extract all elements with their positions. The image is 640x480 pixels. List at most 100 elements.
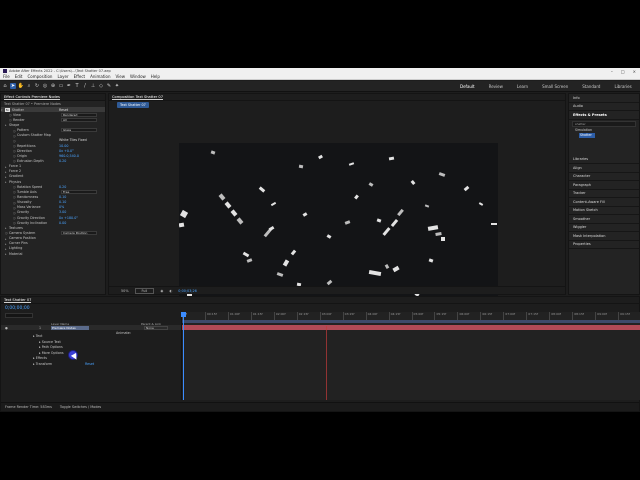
layer-row[interactable]: ● 1 Premiere Nodes None (1, 325, 181, 330)
animate-button[interactable]: Animate: (116, 331, 131, 335)
zoom-tool-icon[interactable]: ⌕ (26, 83, 32, 89)
hand-tool-icon[interactable]: ✋ (18, 83, 24, 89)
toggle-switches-modes[interactable]: Toggle Switches / Modes (60, 405, 101, 409)
property-value[interactable]: Free (61, 189, 97, 194)
stopwatch-icon[interactable]: ◷ (13, 154, 16, 158)
stopwatch-icon[interactable]: ◷ (13, 216, 16, 220)
timeline-property[interactable]: ▸ Text (33, 334, 42, 338)
menu-effect[interactable]: Effect (74, 74, 86, 79)
resolution-select[interactable]: Full (134, 287, 155, 294)
stopwatch-icon[interactable]: ◷ (13, 185, 16, 189)
layer-parent-select[interactable]: None (144, 325, 168, 330)
timeline-property[interactable]: ▸ Path Options (39, 345, 63, 349)
timeline-search-input[interactable] (5, 313, 33, 318)
menu-edit[interactable]: Edit (15, 74, 23, 79)
eraser-tool-icon[interactable]: ◇ (98, 83, 104, 89)
stamp-tool-icon[interactable]: ⊥ (90, 83, 96, 89)
property-value[interactable]: 0.20 (59, 159, 66, 163)
puppet-tool-icon[interactable]: ✦ (114, 83, 120, 89)
workspace-standard[interactable]: Standard (582, 84, 600, 89)
selection-tool-icon[interactable]: ➤ (10, 83, 16, 89)
tab-composition[interactable]: Composition Text Shatter 07 (112, 95, 163, 100)
time-ruler[interactable]: 0f00:15f01:00f01:15f02:00f02:15f03:00f03… (182, 312, 640, 320)
stopwatch-icon[interactable]: ◷ (13, 190, 16, 194)
timeline-property[interactable]: ▸ Transform Reset (33, 362, 94, 366)
disclosure-icon[interactable]: ▾ (1, 108, 4, 112)
panel-mask-interpolation[interactable]: Mask Interpolation (569, 232, 639, 241)
stopwatch-icon[interactable]: ◷ (13, 144, 16, 148)
panel-effects-presets[interactable]: Effects & Presets (569, 111, 639, 120)
tab-effect-controls[interactable]: Effect Controls Premiere Nodes (4, 95, 60, 100)
tab-timeline[interactable]: Text Shatter 07 (4, 298, 32, 303)
roto-brush-tool-icon[interactable]: ✎ (106, 83, 112, 89)
property-value[interactable]: Glass (61, 128, 97, 133)
timeline-current-time[interactable]: 0;00;00;00 (5, 306, 30, 311)
panel-content-aware-fill[interactable]: Content-Aware Fill (569, 198, 639, 207)
work-area-bar[interactable] (182, 320, 640, 323)
minimize-icon[interactable]: – (611, 69, 613, 74)
zoom-select[interactable]: 50% (121, 289, 129, 293)
current-time-indicator[interactable] (181, 312, 186, 400)
layer-duration-bar[interactable] (182, 325, 640, 330)
disclosure-icon[interactable]: ▸ (5, 247, 8, 251)
property-value[interactable]: 0.20 (59, 185, 66, 189)
close-icon[interactable]: × (633, 69, 636, 74)
visibility-eye-icon[interactable]: ● (5, 326, 8, 330)
stopwatch-icon[interactable]: ◷ (13, 134, 16, 138)
brush-tool-icon[interactable]: / (82, 83, 88, 89)
menu-file[interactable]: File (3, 74, 10, 79)
stopwatch-icon[interactable]: ◷ (13, 201, 16, 205)
property-value[interactable]: 960.0,540.0 (59, 154, 79, 158)
workspace-learn[interactable]: Learn (517, 84, 528, 89)
layer-name[interactable]: Premiere Nodes (51, 325, 89, 330)
panel-tracker[interactable]: Tracker (569, 190, 639, 198)
rotate-tool-icon[interactable]: ↻ (34, 83, 40, 89)
property-value[interactable]: Camera Position (61, 230, 97, 235)
workspace-review[interactable]: Review (489, 84, 503, 89)
panel-wiggler[interactable]: Wiggler (569, 224, 639, 232)
workspace-default[interactable]: Default (460, 84, 475, 89)
timeline-property[interactable]: ▸ Source Text (39, 340, 61, 344)
menu-view[interactable]: View (116, 74, 126, 79)
panel-audio[interactable]: Audio (569, 103, 639, 111)
disclosure-icon[interactable]: ▸ (5, 252, 8, 256)
stopwatch-icon[interactable]: ◷ (9, 118, 12, 122)
disclosure-icon[interactable]: ▸ (5, 226, 8, 230)
menu-layer[interactable]: Layer (57, 74, 68, 79)
property-value[interactable]: All (61, 117, 97, 122)
home-icon[interactable]: ⌂ (2, 83, 8, 89)
panel-properties[interactable]: Properties (569, 241, 639, 249)
rectangle-tool-icon[interactable]: ▭ (58, 83, 64, 89)
panel-paragraph[interactable]: Paragraph (569, 181, 639, 190)
maximize-icon[interactable]: □ (621, 69, 625, 74)
disclosure-icon[interactable]: ▸ (5, 123, 8, 127)
workspace-small-screen[interactable]: Small Screen (542, 84, 568, 89)
channel-icon[interactable]: ◐ (169, 289, 172, 293)
menu-animation[interactable]: Animation (90, 74, 110, 79)
stopwatch-icon[interactable]: ◷ (13, 149, 16, 153)
disclosure-icon[interactable]: ▸ (5, 165, 8, 169)
disclosure-icon[interactable]: ▸ (5, 170, 8, 174)
pan-behind-tool-icon[interactable]: ⊕ (50, 83, 56, 89)
stopwatch-icon[interactable]: ◷ (13, 195, 16, 199)
panel-info[interactable]: Info (569, 94, 639, 103)
timeline-property[interactable]: ▸ More Options (39, 351, 64, 355)
stopwatch-icon[interactable]: ◷ (13, 211, 16, 215)
property-value[interactable]: 0.10 (59, 200, 66, 204)
effect-reset-link[interactable]: Reset (59, 108, 68, 112)
property-value[interactable]: 10.00 (59, 144, 68, 148)
workspace-libraries[interactable]: Libraries (614, 84, 631, 89)
camera-tool-icon[interactable]: ◎ (42, 83, 48, 89)
stopwatch-icon[interactable]: ◷ (5, 231, 8, 235)
stopwatch-icon[interactable]: ◷ (9, 113, 12, 117)
timeline-property-value[interactable]: Reset (85, 362, 94, 366)
stopwatch-icon[interactable]: ◷ (13, 139, 16, 143)
panel-align[interactable]: Align (569, 164, 639, 173)
property-value[interactable]: Rendered (61, 112, 97, 117)
pen-tool-icon[interactable]: ✒ (66, 83, 72, 89)
effects-category-simulation[interactable]: Simulation (569, 128, 639, 133)
current-time-display[interactable]: 0;00;03;26 (178, 289, 197, 293)
panel-motion-sketch[interactable]: Motion Sketch (569, 207, 639, 215)
disclosure-icon[interactable]: ▸ (5, 237, 8, 241)
panel-smoother[interactable]: Smoother (569, 215, 639, 224)
